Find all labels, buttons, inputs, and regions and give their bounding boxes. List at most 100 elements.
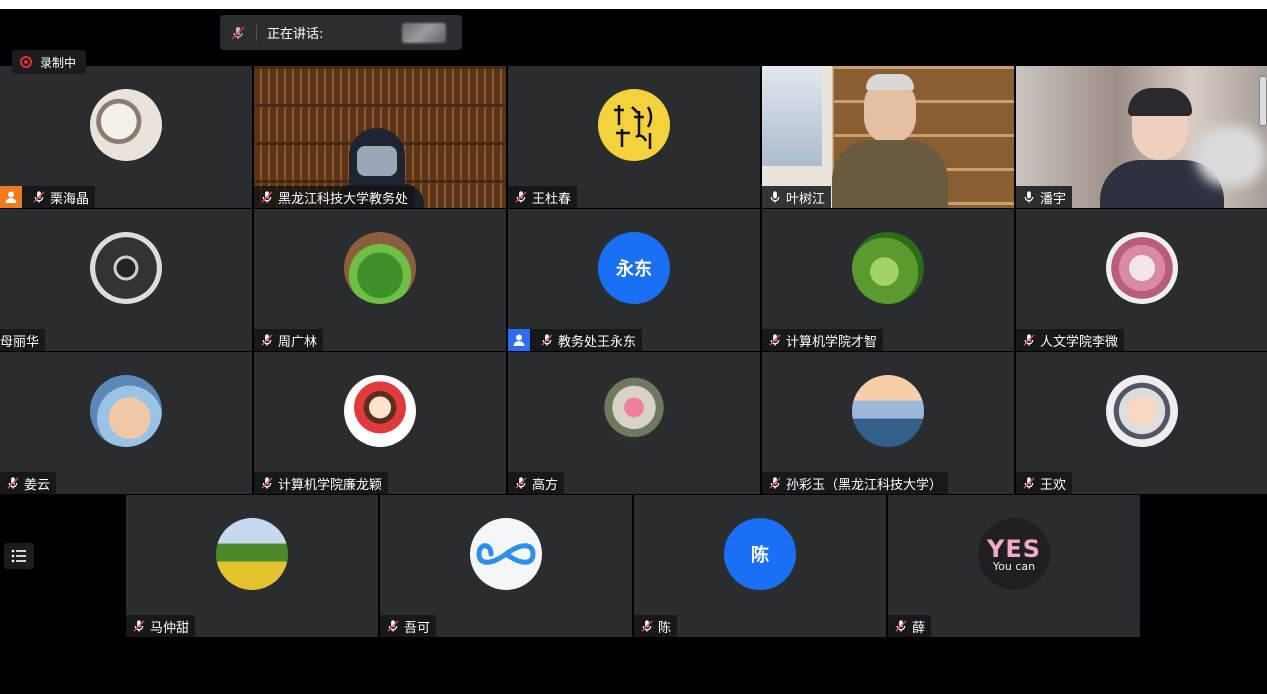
participant-tile[interactable]: 高方	[508, 352, 760, 494]
participant-name: 潘宇	[1040, 191, 1067, 207]
mic-muted-icon	[515, 477, 527, 489]
participant-name: 黑龙江科技大学教务处	[278, 191, 409, 207]
name-tag: 母丽华	[0, 329, 46, 351]
participant-tile[interactable]: 永东 教务处王永东	[508, 209, 760, 351]
participant-tile[interactable]: 吾可	[380, 495, 632, 637]
cohost-badge-icon	[508, 329, 530, 351]
participant-name: 计算机学院廉龙颖	[278, 477, 383, 493]
gallery-scroll-handle[interactable]	[1259, 76, 1267, 126]
participant-name: 王杜春	[532, 191, 572, 207]
participant-grid: 栗海晶 黑龙江科技大学教务处 王杜春 叶树江 潘宇 母丽华 周广林 永东 教务处…	[0, 66, 1267, 494]
participant-tile[interactable]: 周广林	[254, 209, 506, 351]
mic-muted-icon	[1023, 477, 1035, 489]
name-tag: 周广林	[254, 329, 324, 351]
avatar: YES You can	[978, 518, 1050, 590]
name-tag: 黑龙江科技大学教务处	[254, 186, 415, 208]
avatar	[90, 89, 162, 161]
mic-muted-icon	[33, 191, 45, 203]
mic-muted-icon	[1023, 334, 1035, 346]
list-icon	[11, 549, 26, 563]
avatar	[1106, 375, 1178, 447]
participant-tile[interactable]: 王杜春	[508, 66, 760, 208]
calligraphy-icon	[614, 105, 653, 149]
participant-name: 陈	[658, 620, 672, 636]
name-tag: 高方	[508, 472, 565, 494]
participant-tile[interactable]: 姜云	[0, 352, 252, 494]
participant-name: 马仲甜	[150, 620, 190, 636]
speaker-name-blurred	[402, 22, 446, 43]
speaking-label: 正在讲话:	[267, 27, 324, 42]
mic-muted-icon	[515, 191, 527, 203]
avatar-initials: 陈	[751, 545, 769, 566]
participant-name: 教务处王永东	[558, 334, 637, 350]
participant-tile[interactable]: 计算机学院才智	[762, 209, 1014, 351]
avatar	[90, 375, 162, 447]
avatar	[1106, 232, 1178, 304]
name-tag: 薛	[888, 615, 932, 637]
avatar	[90, 232, 162, 304]
name-tag: 潘宇	[1016, 186, 1073, 208]
mic-muted-icon	[541, 334, 553, 346]
name-tag: 计算机学院才智	[762, 329, 884, 351]
participant-name: 计算机学院才智	[786, 334, 878, 350]
infinity-icon	[476, 543, 536, 565]
avatar	[470, 518, 542, 590]
avatar	[852, 232, 924, 304]
avatar: 陈	[724, 518, 796, 590]
participant-name: 叶树江	[786, 191, 826, 207]
recording-label: 录制中	[40, 55, 77, 70]
participant-tile[interactable]: 潘宇	[1016, 66, 1267, 208]
participant-grid-row4: 马仲甜 吾可 陈 陈 YES You can 薛	[126, 495, 1140, 637]
participant-list-button[interactable]	[4, 543, 34, 569]
avatar	[852, 375, 924, 447]
name-tag: 陈	[634, 615, 678, 637]
participant-name: 孙彩玉（黑龙江科技大学）	[786, 477, 943, 493]
participant-name: 母丽华	[0, 334, 40, 350]
mic-muted-icon	[895, 620, 907, 632]
name-tag: 王欢	[1016, 472, 1073, 494]
mic-muted-icon	[261, 334, 273, 346]
mic-muted-icon	[261, 191, 273, 203]
participant-tile[interactable]: 陈 陈	[634, 495, 886, 637]
avatar-text-yes: YES	[986, 534, 1042, 563]
name-tag: 吾可	[380, 615, 437, 637]
window-top-strip	[0, 0, 1267, 9]
participant-tile[interactable]: 计算机学院廉龙颖	[254, 352, 506, 494]
mic-muted-icon	[133, 620, 145, 632]
participant-tile[interactable]: 叶树江	[762, 66, 1014, 208]
avatar	[216, 518, 288, 590]
divider	[256, 24, 257, 41]
participant-name: 人文学院李微	[1040, 334, 1119, 350]
name-tag: 叶树江	[762, 186, 832, 208]
participant-tile[interactable]: 人文学院李微	[1016, 209, 1267, 351]
name-tag: 王杜春	[508, 186, 578, 208]
participant-tile[interactable]: 栗海晶	[0, 66, 252, 208]
name-tag: 马仲甜	[126, 615, 196, 637]
participant-tile[interactable]: 孙彩玉（黑龙江科技大学）	[762, 352, 1014, 494]
participant-tile[interactable]: 母丽华	[0, 209, 252, 351]
participant-tile[interactable]: 王欢	[1016, 352, 1267, 494]
mic-muted-icon	[7, 477, 19, 489]
name-tag: 孙彩玉（黑龙江科技大学）	[762, 472, 949, 494]
participant-name: 姜云	[24, 477, 51, 493]
mic-muted-icon	[231, 25, 245, 40]
avatar	[344, 232, 416, 304]
participant-name: 周广林	[278, 334, 318, 350]
mic-icon	[1024, 191, 1034, 203]
host-badge-icon	[0, 186, 22, 208]
name-tag: 人文学院李微	[1016, 329, 1125, 351]
avatar: 永东	[598, 232, 670, 304]
mic-muted-icon	[641, 620, 653, 632]
name-tag: 栗海晶	[0, 186, 96, 208]
record-icon	[20, 56, 32, 68]
participant-tile[interactable]: 马仲甜	[126, 495, 378, 637]
name-tag: 姜云	[0, 472, 57, 494]
participant-name: 栗海晶	[50, 191, 90, 207]
avatar	[598, 89, 670, 161]
participant-tile[interactable]: 黑龙江科技大学教务处	[254, 66, 506, 208]
recording-badge[interactable]: 录制中	[12, 50, 87, 74]
participant-tile[interactable]: YES You can 薛	[888, 495, 1140, 637]
mic-muted-icon	[261, 477, 273, 489]
mic-muted-icon	[387, 620, 399, 632]
participant-name: 王欢	[1040, 477, 1067, 493]
